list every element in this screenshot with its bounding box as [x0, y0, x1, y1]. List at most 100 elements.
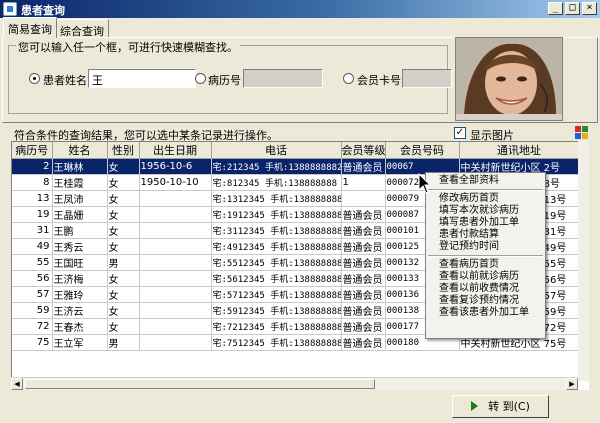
- table-cell: 宅:5912345 手机:138888888: [211, 302, 342, 319]
- table-cell: 王秀云: [52, 238, 108, 255]
- context-menu-item[interactable]: 查看以前就诊病历: [426, 271, 545, 283]
- table-cell: 女: [107, 302, 140, 319]
- export-icon[interactable]: [575, 126, 589, 139]
- table-cell: 宅:7512345 手机:138888888: [211, 334, 342, 351]
- table-cell: 普通会员: [341, 158, 386, 175]
- column-header[interactable]: 会员等级: [341, 142, 386, 159]
- patient-name-radio[interactable]: [29, 73, 40, 84]
- member-card-input[interactable]: [402, 69, 452, 88]
- title-bar: 患者查询 _ □ ×: [0, 0, 600, 18]
- table-cell: 宅:5712345 手机:138888888: [211, 286, 342, 303]
- column-header[interactable]: 性别: [107, 142, 140, 159]
- horizontal-scrollbar[interactable]: ◀ ▶: [11, 377, 578, 390]
- table-cell: [139, 302, 212, 319]
- go-arrow-icon: [471, 401, 479, 411]
- table-cell: 宅:5612345 手机:138888888: [211, 270, 342, 287]
- context-menu-item[interactable]: 填写患者外加工单: [426, 217, 545, 229]
- table-cell: 59: [12, 302, 53, 319]
- table-cell: 宅:7212345 手机:138888888: [211, 318, 342, 335]
- context-menu-item[interactable]: 查看复诊预约情况: [426, 295, 545, 307]
- table-cell: 19: [12, 206, 53, 223]
- table-cell: 王立军: [52, 334, 108, 351]
- record-no-input[interactable]: [243, 69, 323, 88]
- search-hint: 您可以输入任一个框，可进行快速模糊查找。: [16, 39, 240, 55]
- context-menu-item[interactable]: 修改病历首页: [426, 193, 545, 205]
- table-cell: 女: [107, 270, 140, 287]
- patient-name-input[interactable]: 王: [88, 69, 196, 88]
- table-cell: 王鹏: [52, 222, 108, 239]
- table-cell: 普通会员: [341, 238, 386, 255]
- table-cell: 49: [12, 238, 53, 255]
- menu-separator: [426, 187, 545, 193]
- scroll-right-button[interactable]: ▶: [566, 378, 578, 390]
- table-cell: 宅:812345 手机:138888888: [211, 174, 342, 191]
- table-cell: 普通会员: [341, 270, 386, 287]
- tab-advanced-search[interactable]: 综合查询: [55, 19, 109, 38]
- minimize-button[interactable]: _: [548, 2, 563, 15]
- table-cell: 1: [341, 174, 386, 191]
- column-header[interactable]: 通讯地址: [459, 142, 580, 159]
- app-icon: [3, 2, 17, 16]
- table-header-row: 病历号 姓名 性别 出生日期 电话 会员等级 会员号码 通讯地址: [12, 142, 580, 159]
- table-cell: 王春杰: [52, 318, 108, 335]
- table-cell: [139, 334, 212, 351]
- table-cell: 女: [107, 206, 140, 223]
- context-menu-item[interactable]: 查看全部资料: [426, 175, 545, 187]
- maximize-button[interactable]: □: [565, 2, 580, 15]
- table-cell: 8: [12, 174, 53, 191]
- table-cell: 普通会员: [341, 206, 386, 223]
- record-no-label: 病历号: [208, 74, 241, 87]
- table-cell: [139, 254, 212, 271]
- window-title: 患者查询: [21, 4, 65, 17]
- table-cell: 王济梅: [52, 270, 108, 287]
- mouse-cursor-icon: [418, 172, 432, 197]
- table-cell: 31: [12, 222, 53, 239]
- table-cell: 王凤沛: [52, 190, 108, 207]
- table-cell: 女: [107, 174, 140, 191]
- column-header[interactable]: 姓名: [52, 142, 108, 159]
- table-cell: 普通会员: [341, 286, 386, 303]
- table-cell: 普通会员: [341, 318, 386, 335]
- column-header[interactable]: 会员号码: [385, 142, 460, 159]
- context-menu-item[interactable]: 登记预约时间: [426, 241, 545, 253]
- column-header[interactable]: 病历号: [12, 142, 53, 159]
- table-cell: [139, 318, 212, 335]
- table-cell: 男: [107, 254, 140, 271]
- table-cell: [139, 206, 212, 223]
- table-cell: [139, 238, 212, 255]
- table-cell: 55: [12, 254, 53, 271]
- table-cell: 1950-10-10: [139, 174, 212, 191]
- context-menu-item[interactable]: 查看以前收费情况: [426, 283, 545, 295]
- member-card-radio[interactable]: [343, 73, 354, 84]
- context-menu-item[interactable]: 填写本次就诊病历: [426, 205, 545, 217]
- table-cell: 王国旺: [52, 254, 108, 271]
- column-header[interactable]: 电话: [211, 142, 342, 159]
- close-button[interactable]: ×: [582, 2, 597, 15]
- menu-separator: [426, 253, 545, 259]
- table-cell: 72: [12, 318, 53, 335]
- table-cell: 王雅玲: [52, 286, 108, 303]
- table-cell: 女: [107, 158, 140, 175]
- record-no-radio[interactable]: [195, 73, 206, 84]
- vertical-scrollbar[interactable]: [578, 141, 589, 381]
- table-cell: 男: [107, 334, 140, 351]
- table-cell: 宅:4912345 手机:138888888: [211, 238, 342, 255]
- table-cell: 女: [107, 190, 140, 207]
- show-photo-checkbox[interactable]: ✓: [454, 127, 466, 139]
- table-cell: 宅:3112345 手机:138888888: [211, 222, 342, 239]
- scroll-left-button[interactable]: ◀: [11, 378, 23, 390]
- table-cell: 普通会员: [341, 254, 386, 271]
- table-cell: 女: [107, 222, 140, 239]
- context-menu-item[interactable]: 患者付款结算: [426, 229, 545, 241]
- context-menu-item[interactable]: 查看病历首页: [426, 259, 545, 271]
- table-cell: 王琳林: [52, 158, 108, 175]
- table-cell: 2: [12, 158, 53, 175]
- column-header[interactable]: 出生日期: [139, 142, 212, 159]
- context-menu-item[interactable]: 查看该患者外加工单: [426, 307, 545, 319]
- scroll-thumb[interactable]: [25, 379, 375, 389]
- tab-simple-search[interactable]: 简易查询: [3, 17, 57, 38]
- table-cell: 宅:5512345 手机:138888888: [211, 254, 342, 271]
- goto-button[interactable]: 转 到(C): [452, 395, 549, 418]
- patient-name-label: 患者姓名: [43, 74, 87, 87]
- member-card-label: 会员卡号: [357, 74, 401, 87]
